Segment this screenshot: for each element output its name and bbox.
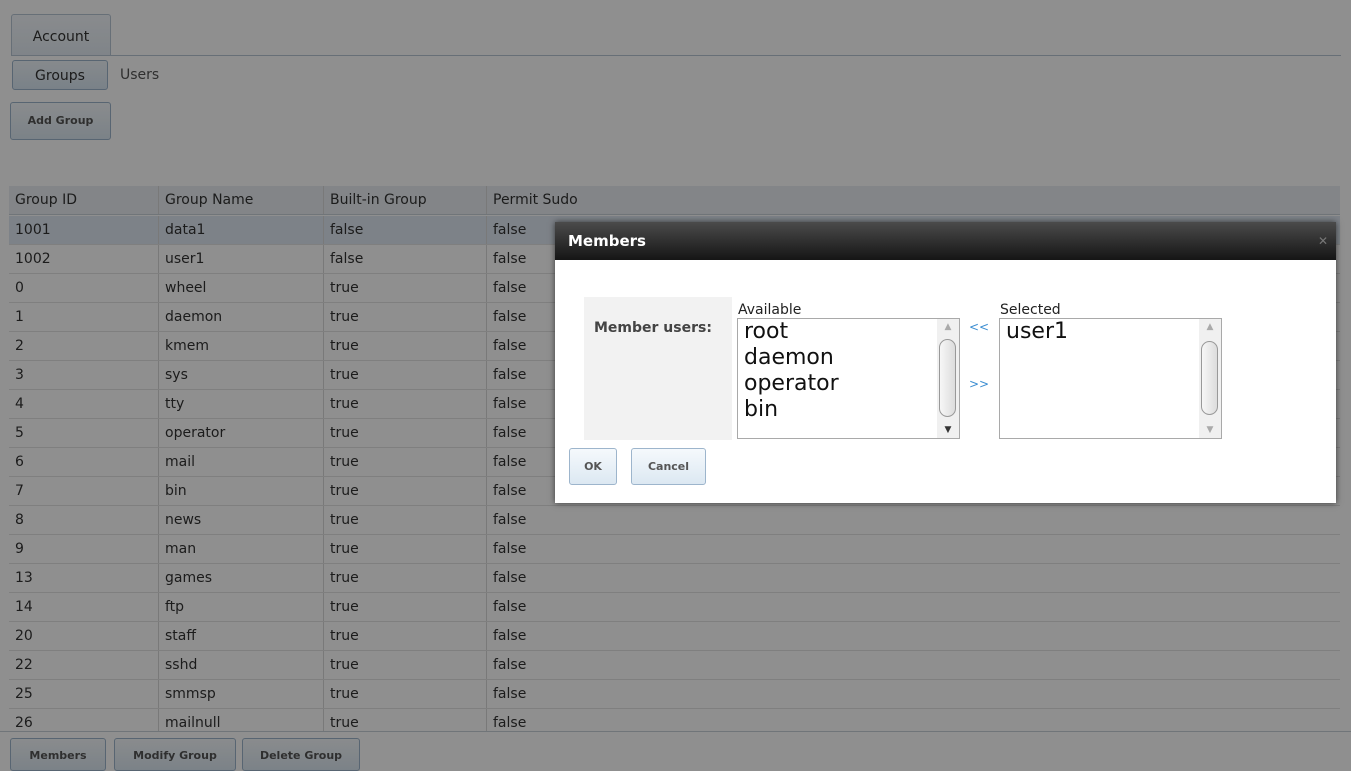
- available-listbox[interactable]: root daemon operator bin ▲ ▼: [737, 318, 960, 439]
- members-dialog: Members ✕ Member users: Available root da…: [555, 222, 1336, 503]
- move-left-button[interactable]: <<: [969, 320, 989, 334]
- close-icon[interactable]: ✕: [1316, 234, 1330, 248]
- available-scrollbar[interactable]: ▲ ▼: [937, 319, 959, 438]
- list-option[interactable]: operator: [738, 371, 959, 397]
- cancel-button[interactable]: Cancel: [631, 448, 706, 485]
- scroll-thumb[interactable]: [939, 339, 956, 417]
- move-right-button[interactable]: >>: [969, 377, 989, 391]
- list-option[interactable]: root: [738, 319, 959, 345]
- available-options: root daemon operator bin: [738, 319, 959, 423]
- member-users-label-cell: Member users:: [584, 297, 732, 440]
- ok-button[interactable]: OK: [569, 448, 617, 485]
- scroll-up-icon[interactable]: ▲: [1199, 319, 1221, 335]
- selected-listbox[interactable]: user1 ▲ ▼: [999, 318, 1222, 439]
- scroll-down-icon[interactable]: ▼: [937, 422, 959, 438]
- list-option[interactable]: bin: [738, 397, 959, 423]
- scroll-up-icon[interactable]: ▲: [937, 319, 959, 335]
- available-caption: Available: [738, 302, 802, 318]
- scroll-thumb[interactable]: [1201, 341, 1218, 415]
- selected-options: user1: [1000, 319, 1221, 345]
- list-option[interactable]: user1: [1000, 319, 1221, 345]
- selected-caption: Selected: [1000, 302, 1061, 318]
- member-users-label: Member users:: [594, 320, 712, 336]
- scroll-down-icon[interactable]: ▼: [1199, 422, 1221, 438]
- dialog-title: Members: [555, 222, 1336, 260]
- list-option[interactable]: daemon: [738, 345, 959, 371]
- selected-scrollbar[interactable]: ▲ ▼: [1199, 319, 1221, 438]
